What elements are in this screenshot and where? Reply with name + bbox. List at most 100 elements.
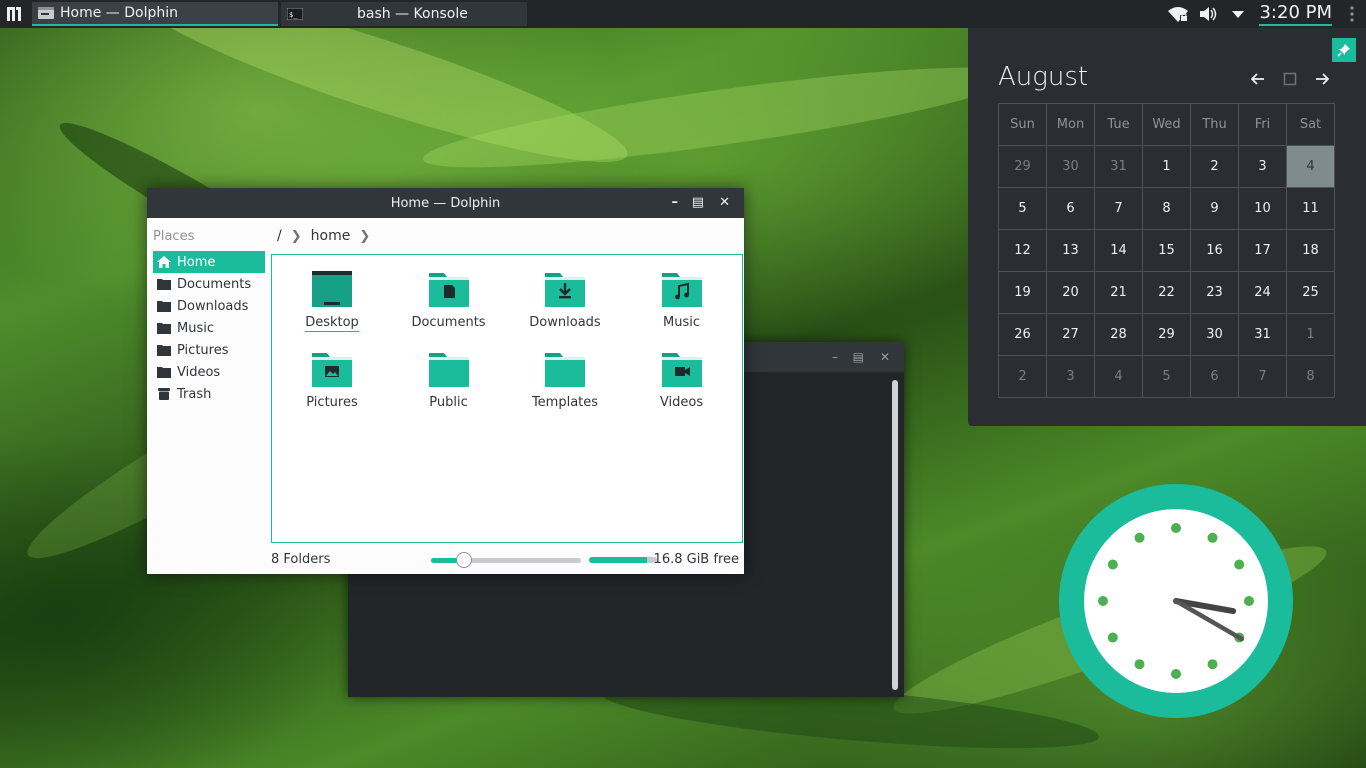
calendar-day[interactable]: 8: [1287, 356, 1335, 398]
calendar-day[interactable]: 2: [999, 356, 1047, 398]
calendar-day[interactable]: 3: [1047, 356, 1095, 398]
breadcrumb-root[interactable]: /: [277, 228, 282, 244]
calendar-day[interactable]: 28: [1095, 314, 1143, 356]
calendar-day[interactable]: 15: [1143, 230, 1191, 272]
calendar-day[interactable]: 14: [1095, 230, 1143, 272]
calendar-day[interactable]: 5: [1143, 356, 1191, 398]
zoom-slider[interactable]: [431, 552, 581, 568]
application-launcher[interactable]: [0, 0, 28, 28]
pin-button[interactable]: [1332, 38, 1356, 62]
place-music[interactable]: Music: [153, 317, 265, 339]
place-home[interactable]: Home: [153, 251, 265, 273]
calendar-day[interactable]: 1: [1143, 146, 1191, 188]
calendar-day[interactable]: 10: [1239, 188, 1287, 230]
folder-count: 8 Folders: [271, 552, 331, 567]
folder-item[interactable]: Videos: [627, 349, 737, 411]
places-heading: Places: [153, 229, 195, 244]
calendar-day[interactable]: 9: [1191, 188, 1239, 230]
place-videos[interactable]: Videos: [153, 361, 265, 383]
dolphin-window[interactable]: Home — Dolphin – ▤ ✕ Places Home Documen…: [147, 188, 744, 574]
folder-view[interactable]: Desktop Documents Downloads Music Pictures Pu…: [271, 254, 743, 543]
network-wifi-icon[interactable]: [1167, 5, 1189, 23]
folder-item[interactable]: Public: [394, 349, 504, 411]
calendar-day[interactable]: 13: [1047, 230, 1095, 272]
folder-item[interactable]: Downloads: [510, 269, 620, 331]
calendar-day[interactable]: 24: [1239, 272, 1287, 314]
chevron-right-icon[interactable]: ❯: [359, 229, 370, 244]
dolphin-titlebar[interactable]: Home — Dolphin – ▤ ✕: [147, 188, 744, 218]
close-icon[interactable]: ✕: [719, 195, 730, 210]
calendar-day[interactable]: 25: [1287, 272, 1335, 314]
folder-item[interactable]: Documents: [394, 269, 504, 331]
calendar-day[interactable]: 7: [1095, 188, 1143, 230]
volume-icon[interactable]: [1199, 5, 1219, 23]
calendar-day[interactable]: 11: [1287, 188, 1335, 230]
calendar-day[interactable]: 6: [1191, 356, 1239, 398]
calendar-day[interactable]: 12: [999, 230, 1047, 272]
calendar-day[interactable]: 1: [1287, 314, 1335, 356]
previous-month-button[interactable]: [1247, 68, 1269, 90]
calendar-day[interactable]: 3: [1239, 146, 1287, 188]
calendar-day[interactable]: 4: [1095, 356, 1143, 398]
calendar-day[interactable]: 22: [1143, 272, 1191, 314]
free-space-label[interactable]: 16.8 GiB free: [654, 552, 739, 567]
minimize-icon[interactable]: –: [832, 350, 838, 364]
svg-text:$_: $_: [289, 11, 298, 19]
place-label: Documents: [177, 276, 252, 292]
calendar-day[interactable]: 29: [999, 146, 1047, 188]
calendar-day[interactable]: 31: [1095, 146, 1143, 188]
calendar-day[interactable]: 29: [1143, 314, 1191, 356]
terminal-scrollbar[interactable]: [892, 380, 898, 690]
place-trash[interactable]: Trash: [153, 383, 265, 405]
folder-item[interactable]: Music: [627, 269, 737, 331]
calendar-day[interactable]: 30: [1191, 314, 1239, 356]
calendar-day[interactable]: 5: [999, 188, 1047, 230]
calendar-day[interactable]: 6: [1047, 188, 1095, 230]
digital-clock[interactable]: 3:20 PM: [1259, 2, 1332, 26]
maximize-icon[interactable]: ▤: [692, 195, 704, 210]
calendar-day[interactable]: 2: [1191, 146, 1239, 188]
calendar-day-today[interactable]: 4: [1287, 146, 1335, 188]
folder-item[interactable]: Desktop: [277, 269, 387, 332]
calendar-day[interactable]: 31: [1239, 314, 1287, 356]
folder-item[interactable]: Pictures: [277, 349, 387, 411]
next-month-button[interactable]: [1311, 68, 1333, 90]
panel-menu-icon[interactable]: [1350, 6, 1354, 22]
calendar-day[interactable]: 30: [1047, 146, 1095, 188]
weekday-header: Mon: [1047, 104, 1095, 146]
place-downloads[interactable]: Downloads: [153, 295, 265, 317]
chevron-right-icon[interactable]: ❯: [291, 229, 302, 244]
hour-marker: [1171, 523, 1181, 533]
task-dolphin[interactable]: Home — Dolphin: [32, 2, 278, 26]
tray-expand-icon[interactable]: [1231, 9, 1245, 19]
calendar-day[interactable]: 7: [1239, 356, 1287, 398]
places-panel: Home Documents Downloads Music Pictures …: [153, 251, 265, 405]
analog-clock-widget[interactable]: [1058, 483, 1294, 719]
top-panel: Home — Dolphin $_ bash — Konsole 3:20 PM: [0, 0, 1366, 28]
calendar-day[interactable]: 23: [1191, 272, 1239, 314]
folder-label: Music: [663, 315, 700, 330]
task-konsole[interactable]: $_ bash — Konsole: [281, 2, 527, 26]
calendar-day[interactable]: 27: [1047, 314, 1095, 356]
calendar-day[interactable]: 16: [1191, 230, 1239, 272]
public-folder-icon: [428, 353, 469, 387]
calendar-day[interactable]: 17: [1239, 230, 1287, 272]
place-pictures[interactable]: Pictures: [153, 339, 265, 361]
place-documents[interactable]: Documents: [153, 273, 265, 295]
hour-marker: [1207, 659, 1218, 670]
folder-label: Pictures: [306, 395, 358, 410]
breadcrumb-home[interactable]: home: [311, 228, 351, 244]
calendar-day[interactable]: 20: [1047, 272, 1095, 314]
calendar-day[interactable]: 19: [999, 272, 1047, 314]
place-label: Music: [177, 320, 214, 336]
folder-item[interactable]: Templates: [510, 349, 620, 411]
maximize-icon[interactable]: ▤: [853, 350, 864, 364]
calendar-day[interactable]: 26: [999, 314, 1047, 356]
current-month-button[interactable]: [1279, 68, 1301, 90]
calendar-day[interactable]: 8: [1143, 188, 1191, 230]
calendar-day[interactable]: 18: [1287, 230, 1335, 272]
minimize-icon[interactable]: –: [672, 195, 679, 210]
close-icon[interactable]: ✕: [880, 350, 890, 364]
calendar-day[interactable]: 21: [1095, 272, 1143, 314]
zoom-slider-handle[interactable]: [456, 552, 472, 568]
